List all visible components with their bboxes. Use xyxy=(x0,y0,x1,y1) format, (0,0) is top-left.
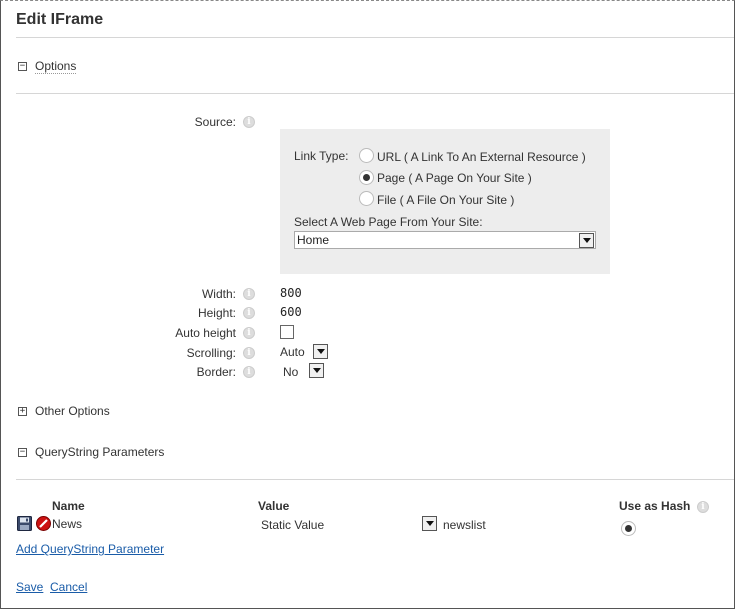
value-type-dropdown-icon[interactable] xyxy=(422,516,437,531)
querystring-divider xyxy=(16,479,734,480)
source-label: Source: xyxy=(194,115,236,129)
width-value[interactable]: 800 xyxy=(280,286,302,300)
link-type-url-radio[interactable] xyxy=(359,148,374,163)
save-link[interactable]: Save xyxy=(16,580,43,594)
use-as-hash-radio[interactable] xyxy=(621,521,636,536)
param-value-type[interactable]: Static Value xyxy=(261,518,324,532)
web-page-dropdown-icon[interactable] xyxy=(579,233,594,248)
height-label: Height: xyxy=(197,306,236,320)
save-row-icon[interactable] xyxy=(17,516,32,531)
height-info-icon[interactable]: i xyxy=(243,307,255,319)
cancel-link[interactable]: Cancel xyxy=(50,580,87,594)
border-info-icon[interactable]: i xyxy=(243,366,255,378)
link-type-url-label[interactable]: URL ( A Link To An External Resource ) xyxy=(377,150,586,164)
use-as-hash-info-icon[interactable]: i xyxy=(697,501,709,513)
param-name[interactable]: News xyxy=(52,517,82,531)
options-divider xyxy=(16,93,734,94)
width-info-icon[interactable]: i xyxy=(243,288,255,300)
options-collapse-icon[interactable]: − xyxy=(18,62,27,71)
link-type-page-label[interactable]: Page ( A Page On Your Site ) xyxy=(377,171,532,185)
select-page-label: Select A Web Page From Your Site: xyxy=(294,215,483,229)
border-label: Border: xyxy=(196,365,236,379)
options-section-toggle[interactable]: Options xyxy=(35,59,77,74)
auto-height-checkbox[interactable] xyxy=(280,325,294,339)
source-info-icon[interactable]: i xyxy=(243,116,255,128)
page-title: Edit IFrame xyxy=(16,11,104,28)
link-type-file-radio[interactable] xyxy=(359,191,374,206)
auto-height-label: Auto height xyxy=(175,326,236,340)
scrolling-dropdown-icon[interactable] xyxy=(313,344,328,359)
height-value[interactable]: 600 xyxy=(280,305,302,319)
edit-iframe-dialog: Edit IFrame − Options Source: i Link Typ… xyxy=(0,0,735,609)
web-page-select[interactable]: Home xyxy=(294,231,596,249)
title-divider xyxy=(16,37,734,38)
delete-row-icon[interactable] xyxy=(36,516,51,531)
link-type-file-label[interactable]: File ( A File On Your Site ) xyxy=(377,193,514,207)
querystring-section-toggle[interactable]: QueryString Parameters xyxy=(35,445,164,459)
border-select-value[interactable]: No xyxy=(283,365,298,380)
scrolling-info-icon[interactable]: i xyxy=(243,347,255,359)
source-panel: Link Type: URL ( A Link To An External R… xyxy=(280,129,610,274)
column-header-use-as-hash: Use as Hash xyxy=(619,499,691,513)
column-header-name: Name xyxy=(52,499,85,513)
scrolling-label: Scrolling: xyxy=(186,346,236,360)
add-querystring-parameter-link[interactable]: Add QueryString Parameter xyxy=(16,542,164,556)
other-options-toggle[interactable]: Other Options xyxy=(35,404,110,418)
web-page-select-value: Home xyxy=(297,233,330,247)
column-header-value: Value xyxy=(258,499,290,513)
border-dropdown-icon[interactable] xyxy=(309,363,324,378)
link-type-page-radio[interactable] xyxy=(359,170,374,185)
other-options-expand-icon[interactable]: + xyxy=(18,407,27,416)
width-label: Width: xyxy=(201,287,236,301)
auto-height-info-icon[interactable]: i xyxy=(243,327,255,339)
querystring-collapse-icon[interactable]: − xyxy=(18,448,27,457)
param-value[interactable]: newslist xyxy=(443,518,486,532)
link-type-label: Link Type: xyxy=(294,149,349,163)
scrolling-select-value[interactable]: Auto xyxy=(280,345,305,360)
